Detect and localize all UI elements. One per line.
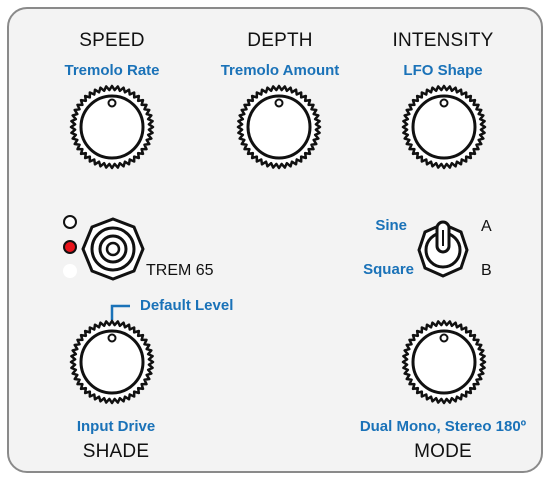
knob-indicator-dot bbox=[439, 98, 449, 108]
shade-annotation: Default Level bbox=[140, 297, 234, 314]
led-3 bbox=[63, 264, 77, 278]
knob-indicator-dot bbox=[107, 98, 117, 108]
knob-indicator-dot bbox=[107, 333, 117, 343]
shade-knob[interactable] bbox=[69, 319, 155, 405]
mode-title: MODE bbox=[414, 441, 472, 462]
speed-title: SPEED bbox=[79, 30, 145, 51]
footswitch-label: TREM 65 bbox=[146, 262, 214, 279]
toggle-label-square: Square bbox=[363, 261, 414, 278]
footswitch[interactable] bbox=[81, 217, 145, 281]
led-1 bbox=[63, 215, 77, 229]
shade-title: SHADE bbox=[82, 441, 150, 462]
toggle-label-b: B bbox=[481, 262, 492, 279]
knob-indicator-dot bbox=[274, 98, 284, 108]
intensity-knob[interactable] bbox=[401, 84, 487, 170]
speed-knob[interactable] bbox=[69, 84, 155, 170]
shade-subtitle: Input Drive bbox=[76, 418, 156, 435]
default-level-bracket bbox=[110, 304, 130, 320]
mode-subtitle: Dual Mono, Stereo 180º bbox=[359, 418, 527, 435]
toggle-label-sine: Sine bbox=[375, 217, 407, 234]
mini-toggle-switch[interactable] bbox=[417, 218, 469, 280]
intensity-subtitle: LFO Shape bbox=[403, 62, 483, 79]
knob-indicator-dot bbox=[439, 333, 449, 343]
intensity-title: INTENSITY bbox=[392, 30, 494, 51]
mode-knob[interactable] bbox=[401, 319, 487, 405]
toggle-label-a: A bbox=[481, 218, 492, 235]
led-indicators bbox=[63, 215, 77, 278]
depth-knob[interactable] bbox=[236, 84, 322, 170]
led-2 bbox=[63, 240, 77, 254]
depth-title: DEPTH bbox=[247, 30, 313, 51]
